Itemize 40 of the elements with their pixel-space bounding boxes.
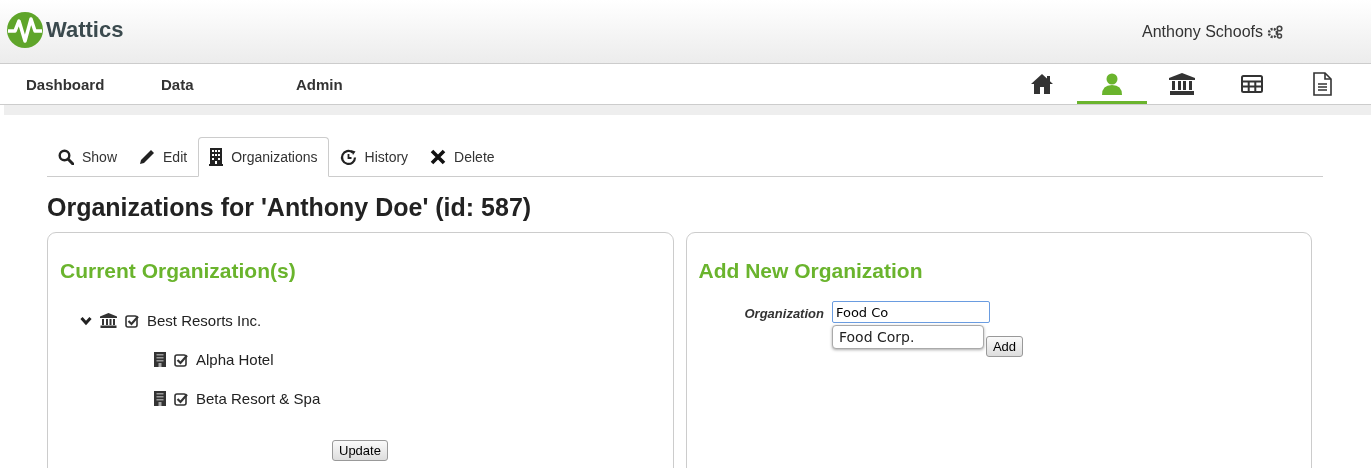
organization-input-field[interactable]: Food Co bbox=[831, 301, 990, 323]
menu-link[interactable]: Dashboard bbox=[26, 75, 161, 93]
organization-name: Best Resorts Inc. bbox=[147, 312, 262, 329]
building-icon bbox=[154, 391, 166, 406]
menu-link[interactable]: Admin bbox=[296, 75, 431, 93]
table-icon bbox=[1241, 75, 1263, 93]
tab[interactable]: Show bbox=[47, 137, 129, 176]
building-icon bbox=[154, 352, 166, 367]
bank-icon bbox=[100, 313, 117, 328]
history-icon bbox=[339, 148, 357, 166]
home-icon bbox=[1030, 73, 1054, 95]
checkbox[interactable] bbox=[174, 391, 188, 406]
search-icon bbox=[58, 149, 74, 165]
chevron-down-icon[interactable] bbox=[80, 315, 92, 326]
pencil-icon bbox=[139, 149, 156, 165]
brand-name: Wattics bbox=[46, 17, 124, 43]
logo-icon bbox=[6, 11, 44, 49]
close-icon bbox=[430, 149, 447, 165]
panel-title: Add New Organization bbox=[698, 259, 924, 283]
checkbox[interactable] bbox=[125, 313, 139, 328]
checkbox[interactable] bbox=[174, 352, 188, 367]
user-menu-link[interactable]: Anthony Schoofs bbox=[1142, 22, 1263, 41]
user-icon bbox=[1100, 73, 1124, 95]
organization-name: Alpha Hotel bbox=[196, 351, 274, 368]
update-button[interactable]: Update bbox=[332, 440, 388, 461]
document-icon bbox=[1312, 72, 1332, 96]
suggestion-item[interactable]: Food Corp. bbox=[832, 326, 983, 348]
add-button[interactable]: Add bbox=[985, 336, 1024, 357]
page-heading: Organizations for 'Anthony Doe' (id: 587) bbox=[47, 193, 533, 222]
panel-title: Current Organization(s) bbox=[60, 259, 297, 283]
tab[interactable]: Edit bbox=[128, 137, 199, 176]
field-label: Organization bbox=[744, 306, 824, 321]
menu-link[interactable]: Data bbox=[161, 75, 296, 93]
tab[interactable]: History bbox=[328, 137, 420, 176]
bank-icon bbox=[1169, 73, 1195, 95]
tab[interactable]: Delete bbox=[419, 137, 506, 176]
organization-name: Beta Resort & Spa bbox=[196, 390, 321, 407]
tab[interactable]: Organizations bbox=[198, 137, 329, 177]
gears-icon[interactable] bbox=[1267, 24, 1283, 39]
building-icon bbox=[209, 148, 224, 166]
